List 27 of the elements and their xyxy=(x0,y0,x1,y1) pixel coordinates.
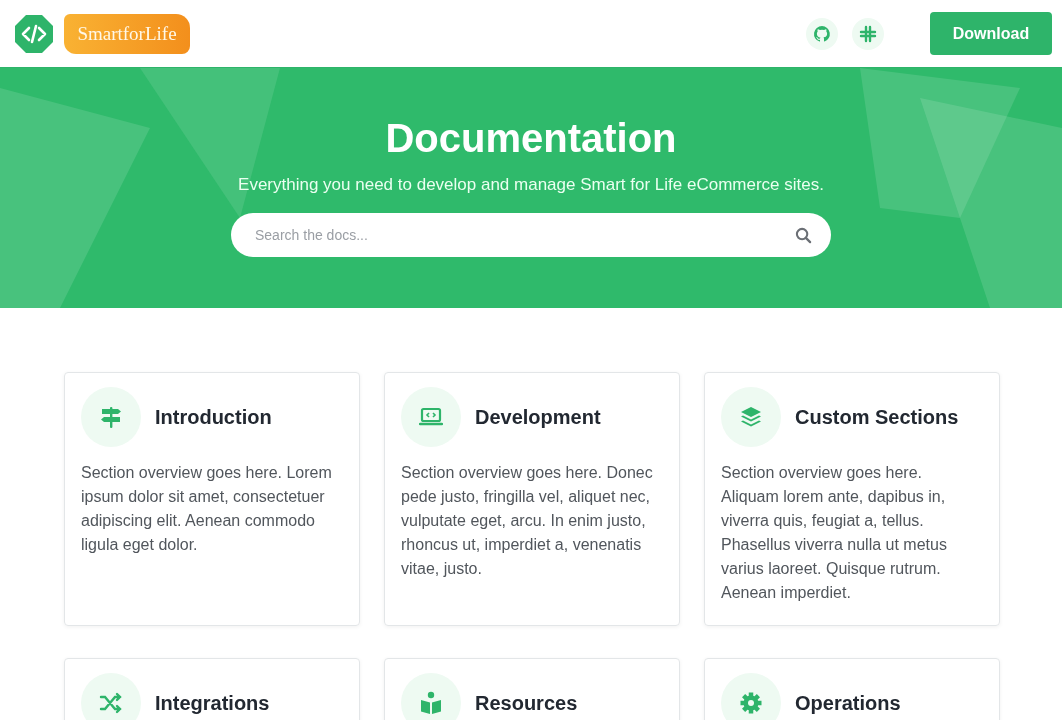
section-overview: Section overview goes here. Lorem ipsum dolor sit amet, consectetuer adipiscing elit. Aenean commodo ligula eget dolor. xyxy=(81,463,333,555)
section-card[interactable]: Introduction Section overview goes here. Lorem ipsum dolor sit amet, consectetuer adipiscing elit. Aenean commodo ligula eget dolor. xyxy=(64,372,360,626)
slack-icon[interactable] xyxy=(852,17,884,50)
section-overview: Section overview goes here. Donec pede justo, fringilla vel, aliquet nec, vulputate eget, arcu. In enim justo, rhoncus ut, imperdiet a, venenatis vitae, justo. xyxy=(401,463,654,579)
section-card[interactable]: Development Section overview goes here. Donec pede justo, fringilla vel, aliquet nec, vulputate eget, arcu. In enim justo, rhoncus ut, imperdiet a, venenatis vitae, justo. xyxy=(384,372,680,626)
section-card[interactable]: Operations xyxy=(704,658,1000,720)
section-card[interactable]: Resources xyxy=(384,658,680,720)
search-field[interactable]: Search the docs... xyxy=(231,213,831,257)
section-title[interactable]: Custom Sections xyxy=(795,405,959,429)
shuffle-icon xyxy=(99,691,123,715)
section-overview: Section overview goes here. Aliquam lorem ante, dapibus in, viverra quis, feugiat a, tellus. Phasellus viverra nulla ut metus varius laoreet. Quisque rutrum. Aenean imperdiet. xyxy=(721,463,948,603)
section-title[interactable]: Integrations xyxy=(155,691,270,715)
reading-person-icon xyxy=(419,691,443,715)
section-card[interactable]: Integrations xyxy=(64,658,360,720)
page-subtitle: Everything you need to develop and manage Smart for Life eCommerce sites. xyxy=(238,174,824,196)
gear-icon xyxy=(739,691,763,715)
page-title: Documentation xyxy=(385,116,677,161)
section-title[interactable]: Operations xyxy=(795,691,901,715)
code-icon[interactable] xyxy=(14,13,54,54)
signpost-icon xyxy=(99,405,123,429)
section-card[interactable]: Custom Sections Section overview goes here. Aliquam lorem ante, dapibus in, viverra quis, feugiat a, tellus. Phasellus viverra nulla ut metus varius laoreet. Quisque rutrum. Aenean imperdiet. xyxy=(704,372,1000,626)
layers-icon xyxy=(739,405,763,429)
search-icon[interactable] xyxy=(795,227,812,244)
section-title[interactable]: Introduction xyxy=(155,405,272,429)
section-title[interactable]: Resources xyxy=(475,691,578,715)
section-title[interactable]: Development xyxy=(475,405,601,429)
github-icon[interactable] xyxy=(806,17,838,50)
